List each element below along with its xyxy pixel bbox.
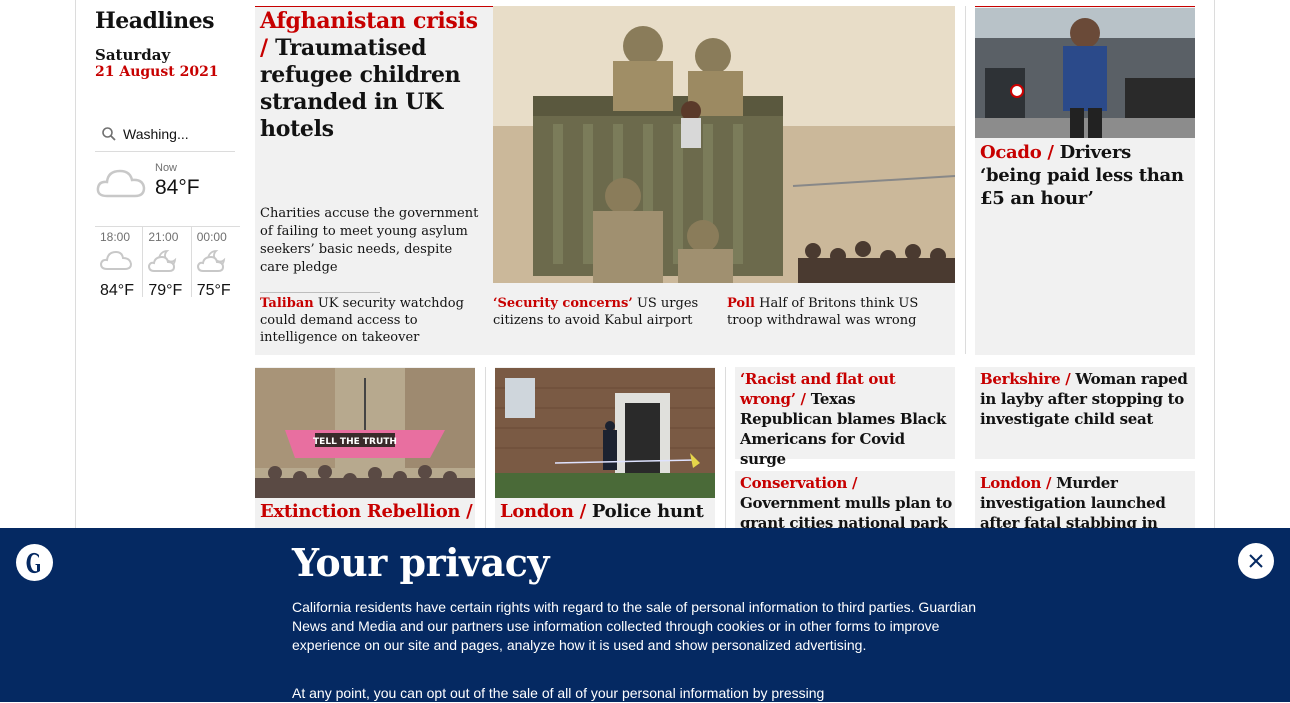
lead-sub-link[interactable]: Taliban UK security watchdog could deman… <box>260 292 485 346</box>
column-divider <box>725 367 726 532</box>
lead-sub-link[interactable]: Poll Half of Britons think US troop with… <box>727 295 952 329</box>
privacy-text-optout: At any point, you can opt out of the sal… <box>292 685 825 701</box>
lead-image[interactable] <box>493 6 955 283</box>
forecast-slot: 21:00 79°F <box>143 227 192 299</box>
forecast-temp: 79°F <box>148 282 183 299</box>
moon-cloud-icon <box>148 250 177 272</box>
sub-kicker: Poll <box>727 296 755 311</box>
privacy-banner: Your privacy California residents have c… <box>0 528 1290 702</box>
sub-kicker: Taliban <box>260 296 314 311</box>
forecast-slot: 00:00 75°F <box>192 227 240 299</box>
date-full: 21 August 2021 <box>95 64 219 80</box>
lead-standfirst: Charities accuse the government of faili… <box>260 206 479 275</box>
ocado-kicker: Ocado / <box>980 142 1054 163</box>
search-icon <box>102 126 116 141</box>
london-headline-text: Police hunt <box>591 501 704 522</box>
conservation-headline[interactable]: Conservation / Government mulls plan to … <box>740 473 952 533</box>
headlines-sidebar: Headlines Saturday 21 August 2021 <box>95 8 240 80</box>
weather-forecast: 18:00 84°F 21:00 79°F 00:00 75°F <box>95 226 240 299</box>
forecast-time: 18:00 <box>100 230 131 244</box>
close-icon <box>1249 554 1263 568</box>
weather-now-label: Now <box>155 162 178 174</box>
sub-divider <box>260 292 380 293</box>
cloud-icon <box>96 169 146 198</box>
ocado-divider <box>975 6 1195 7</box>
lead-headline[interactable]: Afghanistan crisis / Traumatised refugee… <box>260 8 485 143</box>
date-day: Saturday <box>95 46 171 64</box>
weather-now: Now 84°F <box>95 160 235 220</box>
london-murder-headline[interactable]: London / Murder investigation launched a… <box>980 473 1192 533</box>
london-police-headline[interactable]: London / Police hunt <box>500 502 715 522</box>
column-divider <box>965 6 966 354</box>
svg-text:TELL THE TRUTH: TELL THE TRUTH <box>313 437 397 447</box>
conservation-headline-text: Government mulls plan to grant cities na… <box>740 494 952 532</box>
forecast-temp: 84°F <box>100 282 134 299</box>
conservation-kicker: Conservation / <box>740 474 858 492</box>
close-button[interactable] <box>1238 543 1274 579</box>
weather-now-temp: 84°F <box>155 176 200 199</box>
forecast-time: 21:00 <box>148 230 179 244</box>
sub-kicker: ‘Security concerns’ <box>493 296 633 311</box>
texas-headline[interactable]: ‘Racist and flat out wrong’ / Texas Repu… <box>740 369 952 469</box>
forecast-time: 00:00 <box>196 230 227 244</box>
london-kicker: London / <box>500 501 586 522</box>
lead-sub-link[interactable]: ‘Security concerns’ US urges citizens to… <box>493 295 718 329</box>
ocado-image[interactable] <box>975 8 1195 138</box>
cloud-icon <box>99 250 133 270</box>
section-title: Headlines <box>95 8 215 34</box>
ocado-headline[interactable]: Ocado / Drivers ‘being paid less than £5… <box>980 141 1190 210</box>
search-input[interactable]: Washing... <box>123 126 189 142</box>
guardian-logo-icon <box>16 544 53 581</box>
lead-headline-text: Traumatised refugee children stranded in… <box>260 35 461 142</box>
xr-headline[interactable]: Extinction Rebellion / <box>260 502 475 522</box>
weather-location-search[interactable]: Washing... <box>95 116 235 152</box>
london-police-image[interactable] <box>495 368 715 498</box>
forecast-slot: 18:00 84°F <box>95 227 144 299</box>
privacy-title: Your privacy <box>292 540 550 585</box>
xr-kicker: Extinction Rebellion / <box>260 501 473 522</box>
sub-text: Half of Britons think US troop withdrawa… <box>727 296 919 328</box>
london-murder-kicker: London / <box>980 474 1052 492</box>
column-divider <box>485 367 486 532</box>
privacy-text: California residents have certain rights… <box>292 599 977 653</box>
forecast-temp: 75°F <box>196 282 231 299</box>
moon-cloud-icon <box>196 250 225 272</box>
xr-image[interactable]: TELL THE TRUTH <box>255 368 475 498</box>
berkshire-headline[interactable]: Berkshire / Woman raped in layby after s… <box>980 369 1192 429</box>
berkshire-kicker: Berkshire / <box>980 370 1071 388</box>
